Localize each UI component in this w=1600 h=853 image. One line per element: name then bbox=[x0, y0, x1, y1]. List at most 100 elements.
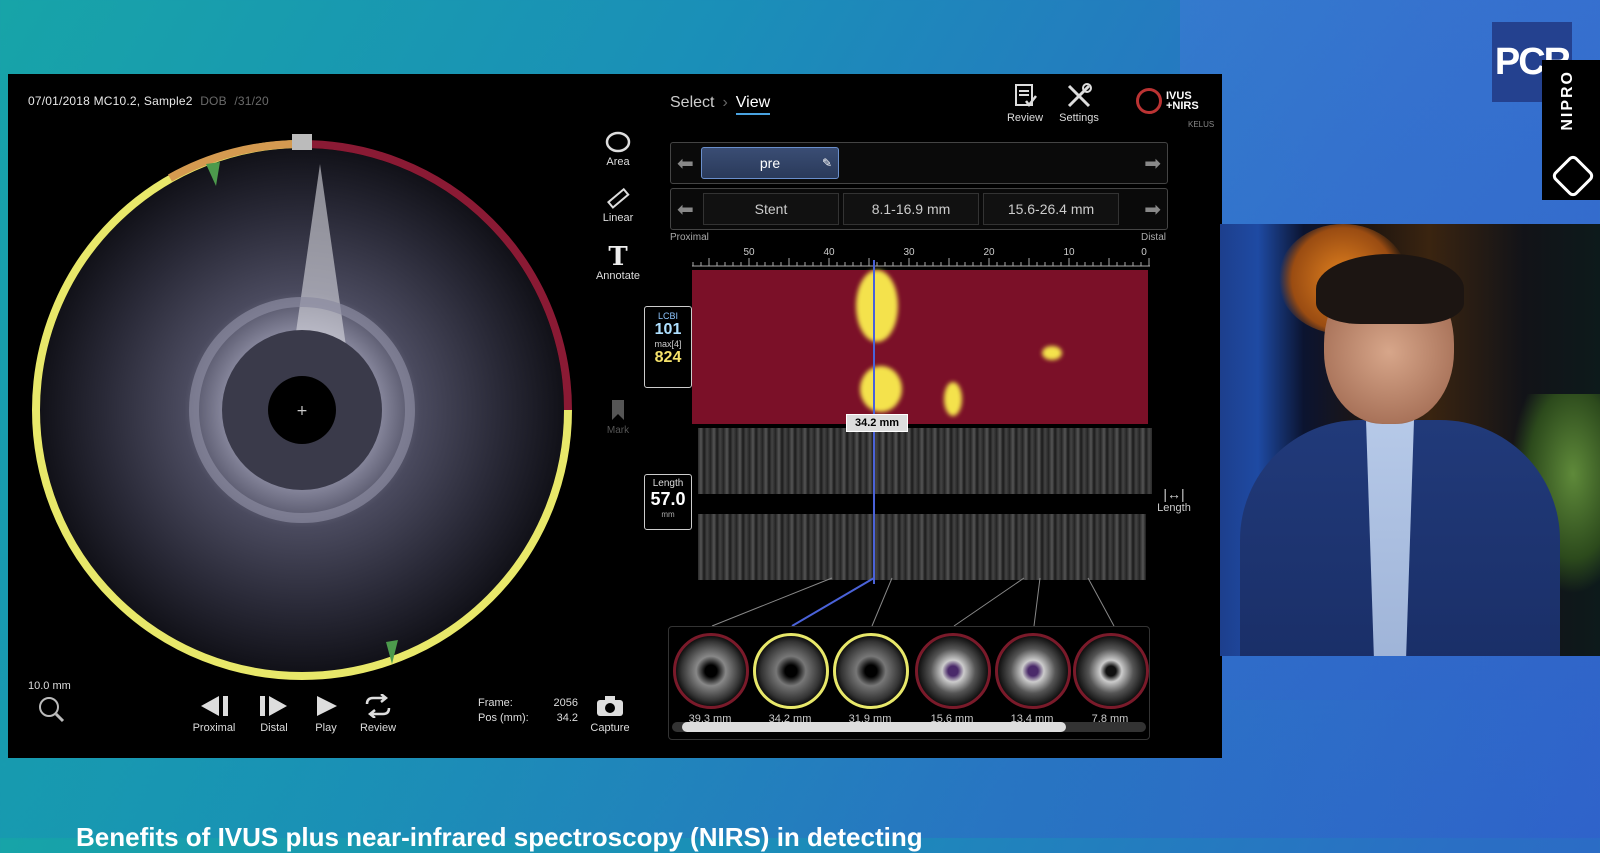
segment-prev-icon[interactable]: ⬅ bbox=[677, 197, 694, 222]
thumbnail[interactable]: 15.6 mm bbox=[915, 633, 991, 725]
axis-tick-label: 20 bbox=[983, 247, 995, 258]
segment-next-icon[interactable]: ➡ bbox=[1144, 197, 1161, 222]
edit-pencil-icon[interactable]: ✎ bbox=[822, 148, 832, 178]
track-end-labels: Proximal Distal bbox=[670, 232, 1166, 243]
cross-section-view[interactable]: + bbox=[20, 134, 584, 698]
lcbi-value: 101 bbox=[654, 321, 682, 338]
settings-button[interactable]: Settings bbox=[1052, 82, 1106, 124]
settings-label: Settings bbox=[1059, 112, 1099, 124]
pos-value: 34.2 bbox=[556, 712, 578, 724]
play-icon bbox=[317, 696, 337, 716]
distance-axis: 50 40 30 20 10 0 bbox=[692, 247, 1150, 267]
mark-label: Mark bbox=[606, 425, 630, 436]
logo-ring-icon bbox=[1136, 88, 1162, 114]
tag-prev-icon[interactable]: ⬅ bbox=[677, 151, 694, 176]
thumbnail-scrollbar[interactable] bbox=[682, 722, 1066, 732]
thumbnail[interactable]: 34.2 mm bbox=[753, 633, 829, 725]
breadcrumb-view[interactable]: View bbox=[735, 94, 771, 115]
length-box: Length 57.0 mm bbox=[644, 474, 692, 530]
play-button[interactable]: Play bbox=[298, 694, 354, 734]
linear-tool[interactable]: Linear bbox=[590, 186, 646, 224]
length-unit: mm bbox=[661, 510, 675, 519]
length-tool-label: Length bbox=[1157, 502, 1191, 514]
lcbi-box: LCBI 101 max[4] 824 bbox=[644, 306, 692, 388]
lipid-blob bbox=[944, 382, 962, 416]
annotate-tool[interactable]: T Annotate bbox=[590, 242, 646, 282]
proximal-end-label: Proximal bbox=[670, 232, 709, 243]
breadcrumb-separator: › bbox=[722, 94, 728, 111]
presenter-hair bbox=[1316, 254, 1464, 324]
segment-pill[interactable]: 15.6-26.4 mm bbox=[983, 193, 1119, 225]
segment-pill[interactable]: Stent bbox=[703, 193, 839, 225]
frame-info: Frame: 2056 Pos (mm): 34.2 bbox=[478, 696, 578, 726]
frame-label: Frame: bbox=[478, 697, 513, 709]
length-tool[interactable]: |↔| Length bbox=[1152, 486, 1196, 514]
settings-tools-icon bbox=[1067, 83, 1092, 108]
distal-label: Distal bbox=[260, 722, 288, 734]
loop-review-label: Review bbox=[359, 722, 397, 734]
segment-label: Stent bbox=[754, 201, 788, 217]
longitudinal-view-2[interactable] bbox=[698, 514, 1146, 580]
svg-text:T: T bbox=[608, 242, 628, 268]
axis-tick-label: 0 bbox=[1141, 247, 1147, 258]
zoom-icon[interactable] bbox=[36, 694, 66, 724]
patient-info: 07/01/2018 MC10.2, Sample2 DOB /31/20 bbox=[28, 94, 269, 108]
thumbnail-image bbox=[753, 633, 829, 709]
bookmark-icon bbox=[612, 400, 624, 420]
tag-label: pre bbox=[759, 155, 781, 171]
exam-info: 07/01/2018 MC10.2, Sample2 bbox=[28, 94, 193, 108]
segment-selector-row: ⬅ Stent 8.1-16.9 mm 15.6-26.4 mm ➡ bbox=[670, 188, 1168, 230]
longitudinal-view-1[interactable] bbox=[698, 428, 1152, 494]
distal-button[interactable]: Distal bbox=[246, 694, 302, 734]
length-arrows-icon: |↔| bbox=[1163, 486, 1185, 502]
step-back-icon bbox=[201, 696, 228, 716]
ivus-nirs-logo: IVUS +NIRS bbox=[1136, 88, 1199, 114]
linear-label: Linear bbox=[602, 212, 634, 224]
breadcrumb-select[interactable]: Select bbox=[670, 94, 714, 111]
chemogram[interactable] bbox=[692, 270, 1148, 424]
loop-review-button[interactable]: Review bbox=[350, 694, 406, 734]
thumbnail-image bbox=[995, 633, 1071, 709]
tag-pill[interactable]: pre ✎ bbox=[701, 147, 839, 179]
review-label: Review bbox=[1006, 112, 1044, 124]
lipid-blob bbox=[860, 366, 902, 412]
segment-label: 8.1-16.9 mm bbox=[871, 201, 951, 217]
dob-value: /31/20 bbox=[234, 94, 269, 108]
thumbnail[interactable]: 39.3 mm bbox=[673, 633, 749, 725]
thumbnail[interactable]: 7.8 mm bbox=[1073, 633, 1149, 725]
area-tool[interactable]: Area bbox=[590, 130, 646, 168]
logo-text: IVUS +NIRS bbox=[1166, 90, 1199, 112]
ruler-icon bbox=[607, 187, 630, 209]
lipid-blob bbox=[856, 270, 898, 342]
review-button[interactable]: Review bbox=[998, 82, 1052, 124]
cursor-position-label: 34.2 mm bbox=[846, 414, 908, 432]
area-label: Area bbox=[606, 156, 630, 168]
tag-next-icon[interactable]: ➡ bbox=[1144, 151, 1161, 176]
axis-tick-label: 30 bbox=[903, 247, 915, 258]
text-icon: T bbox=[608, 242, 628, 268]
axis-tick-label: 40 bbox=[823, 247, 835, 258]
nipro-mark-icon bbox=[1550, 153, 1596, 199]
axis-tick-label: 10 bbox=[1063, 247, 1075, 258]
mark-tool[interactable]: Mark bbox=[606, 398, 630, 436]
pos-label: Pos (mm): bbox=[478, 712, 529, 724]
segment-pill[interactable]: 8.1-16.9 mm bbox=[843, 193, 979, 225]
presenter-video bbox=[1220, 224, 1600, 656]
scale-label: 10.0 mm bbox=[28, 680, 71, 692]
camera-icon bbox=[597, 696, 623, 716]
thumbnail-connectors bbox=[711, 577, 1115, 627]
length-value: 57.0 bbox=[650, 489, 686, 509]
thumbnail-image bbox=[915, 633, 991, 709]
distal-end-label: Distal bbox=[1140, 232, 1166, 243]
capture-button[interactable]: Capture bbox=[582, 694, 638, 734]
logo-subtext: KELUS bbox=[1188, 120, 1215, 129]
proximal-button[interactable]: Proximal bbox=[186, 694, 242, 734]
ivus-viewer-window: 07/01/2018 MC10.2, Sample2 DOB /31/20 + … bbox=[8, 74, 1222, 758]
thumbnail[interactable]: 31.9 mm bbox=[833, 633, 909, 725]
thumbnail[interactable]: 13.4 mm bbox=[995, 633, 1071, 725]
max4-label: max[4] bbox=[654, 339, 682, 349]
lcbi-label: LCBI bbox=[657, 311, 678, 321]
proximal-label: Proximal bbox=[192, 722, 236, 734]
cross-section-image: + bbox=[32, 134, 572, 681]
svg-text:+: + bbox=[296, 403, 308, 419]
